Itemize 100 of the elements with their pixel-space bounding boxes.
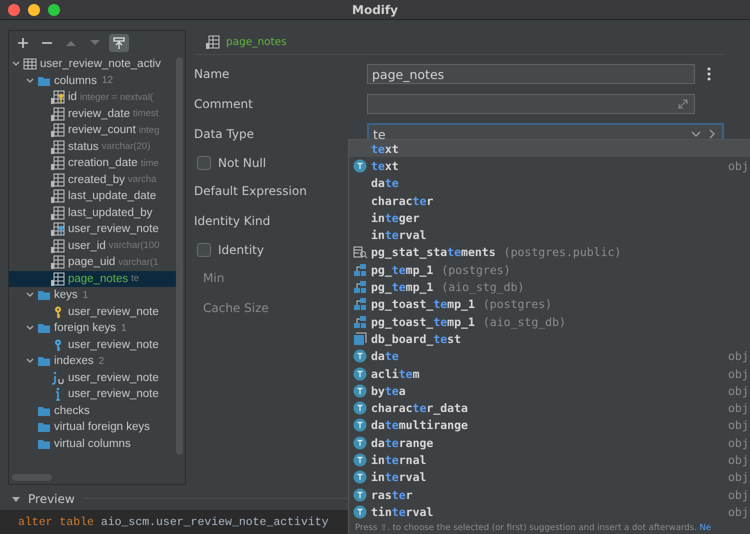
tree-item[interactable]: user_review_note_activ [9, 56, 176, 72]
field-label: Min [203, 271, 224, 285]
key-column-icon [51, 222, 65, 236]
tree-item[interactable]: columns 12 [9, 72, 176, 89]
preview-title: Preview [28, 492, 75, 506]
tree-item[interactable]: keys 1 [9, 287, 176, 304]
completion-item[interactable]: raster obj [349, 486, 750, 504]
folder-icon [37, 354, 51, 368]
tree-item[interactable]: virtual columns [9, 436, 176, 452]
tree-item[interactable]: last_update_date [9, 188, 176, 204]
tree-item[interactable]: user_review_note [9, 304, 176, 320]
tree-item[interactable]: user_review_note [9, 221, 176, 238]
completion-item[interactable]: pg_toast_temp_1 (aio_stg_db) [349, 312, 750, 330]
input-field[interactable] [367, 94, 695, 114]
completion-item[interactable]: text obj [349, 157, 750, 175]
tree-item[interactable]: user_review_note [9, 370, 176, 386]
key-column-icon [51, 90, 65, 104]
completion-item[interactable]: interval obj [349, 468, 750, 486]
column-icon [51, 172, 65, 187]
checkbox[interactable]: Not Null [194, 156, 266, 170]
tree-item[interactable]: checks [9, 402, 176, 419]
field-label: Data Type [194, 127, 254, 141]
completion-item[interactable]: character_data obj [349, 399, 750, 417]
schema-icon [353, 314, 367, 329]
type-icon [353, 384, 367, 398]
tree-item[interactable]: user_id varchar(100 [9, 238, 176, 254]
column-icon [51, 255, 65, 270]
completion-item[interactable]: daterange obj [349, 434, 750, 452]
tree-item[interactable]: page_notes te [9, 270, 176, 287]
completion-item[interactable]: datemultirange obj [349, 416, 750, 434]
schema-icon [353, 280, 367, 294]
completion-item[interactable]: bytea obj [349, 382, 750, 400]
tree-item[interactable]: status varchar(20) [9, 138, 176, 155]
view-icon [353, 245, 367, 260]
type-icon [353, 488, 367, 502]
completion-item[interactable]: pg_temp_1 (postgres) [349, 261, 750, 278]
type-icon [353, 158, 367, 173]
index-icon [51, 370, 65, 385]
tree-item[interactable]: review_count integ [9, 122, 176, 138]
pin-icon [112, 36, 126, 50]
close-button[interactable] [8, 4, 20, 16]
scrollbar[interactable] [176, 57, 183, 455]
input-field[interactable]: page_notes [367, 64, 695, 84]
add-icon [16, 36, 30, 50]
completion-item[interactable]: pg_stat_statements (postgres.public) [349, 244, 750, 262]
column-icon [51, 106, 65, 121]
checkbox[interactable]: Identity [194, 242, 264, 256]
type-icon [353, 401, 367, 416]
column-icon [206, 35, 220, 49]
completion-item[interactable]: date obj [349, 348, 750, 365]
hint-text: Press ⇧. to choose the selected (or first) suggestion and insert a dot afterwards. Ne [354, 522, 712, 534]
completion-item[interactable]: date [349, 174, 750, 192]
pin-button[interactable] [109, 34, 129, 52]
completion-item[interactable]: integer [349, 209, 750, 226]
tree-item[interactable]: creation_date time [9, 155, 176, 172]
column-icon [51, 189, 65, 204]
tree-item[interactable]: id integer = nextval( [9, 89, 176, 106]
type-icon [353, 349, 367, 364]
tree-item[interactable]: created_by varcha [9, 172, 176, 188]
schema-icon [353, 297, 367, 312]
field-label: Default Expression [194, 184, 307, 198]
tree-item[interactable]: page_uid varchar(1 [9, 254, 176, 270]
completion-item[interactable]: aclitem obj [349, 364, 750, 382]
breadcrumb[interactable]: page_notes [226, 36, 287, 48]
database-icon [353, 332, 367, 346]
completion-item[interactable]: pg_temp_1 (aio_stg_db) [349, 278, 750, 296]
completion-item[interactable]: pg_toast_temp_1 (postgres) [349, 296, 750, 313]
schema-icon [353, 262, 367, 277]
tree-item[interactable]: virtual foreign keys [9, 419, 176, 436]
type-icon [353, 452, 367, 467]
type-icon [353, 470, 367, 484]
tree-item[interactable]: indexes 2 [9, 353, 176, 370]
completion-item[interactable]: internal obj [349, 451, 750, 469]
type-icon [353, 366, 367, 380]
folder-icon [37, 420, 51, 434]
completion-item[interactable]: interval [349, 226, 750, 244]
tree-item[interactable]: user_review_note [9, 336, 176, 353]
column-icon [51, 156, 65, 170]
minimize-button[interactable] [28, 4, 40, 16]
completion-item[interactable]: text [349, 140, 750, 158]
tree-item[interactable]: last_updated_by [9, 204, 176, 221]
next-tip-link[interactable]: Ne [700, 522, 712, 533]
tree-item[interactable]: review_date timest [9, 106, 176, 122]
column-icon [51, 272, 65, 286]
window-title: Modify [352, 2, 398, 16]
column-icon [51, 123, 65, 138]
table-icon [23, 57, 37, 72]
field-label: Comment [194, 97, 253, 111]
field-label: Name [194, 67, 230, 81]
tree-item[interactable]: user_review_note [9, 386, 176, 402]
field-label: Identity Kind [194, 214, 270, 228]
zoom-button[interactable] [48, 4, 60, 16]
folder-icon [37, 321, 51, 336]
completion-item[interactable]: db_board_test [349, 330, 750, 348]
expand-icon[interactable] [676, 97, 690, 111]
column-icon [51, 206, 65, 220]
type-icon [353, 436, 367, 450]
completion-item[interactable]: character [349, 192, 750, 210]
tree-item[interactable]: foreign keys 1 [9, 320, 176, 336]
column-icon [51, 238, 65, 253]
